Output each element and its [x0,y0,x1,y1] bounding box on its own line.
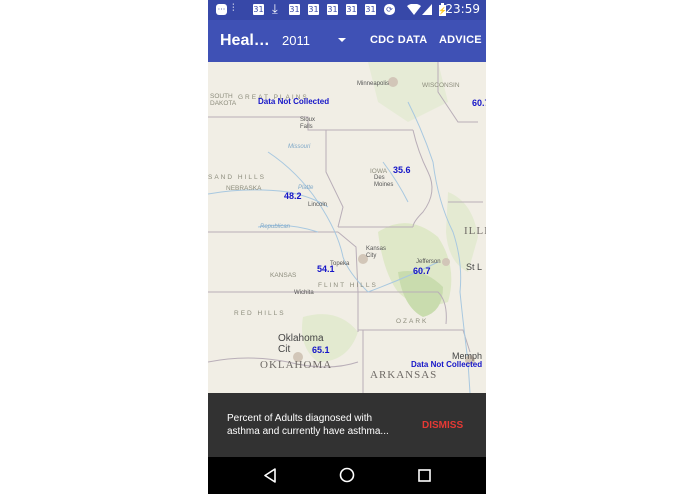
map-label-kansas: KANSAS [270,272,297,279]
map-label-dakota: DAKOTA [210,100,237,107]
map-city-minneapolis: Minneapolis [357,81,390,87]
calendar-icon: 31 [365,4,376,15]
map-city-des-moines: Des Moines [374,175,394,188]
map-background [208,62,486,393]
map-label-ozark: OZARK [396,318,429,325]
map-city-st-louis: St L [466,262,483,272]
cdc-data-button[interactable]: CDC DATA [370,34,427,46]
map-city-lincoln: Lincoln [308,202,328,208]
calendar-icon: 31 [289,4,300,15]
state-value-iowa[interactable]: 35.6 [393,165,411,175]
sync-icon: ⟳ [384,4,395,15]
status-time: 23:59 [445,2,480,16]
map-label-sand-hills: SAND HILLS [208,174,266,181]
year-dropdown[interactable]: 2011 [280,32,346,52]
map-label-wisconsin: WISCONSIN [422,82,460,89]
map-label-south: SOUTH [210,93,233,100]
download-icon: ⤓ [272,1,278,16]
map-river-missouri: Missouri [288,144,311,150]
map-label-flint-hills: FLINT HILLS [318,282,378,289]
map-city-sioux-falls: Sioux Falls [300,117,316,130]
calendar-icon: 31 [327,4,338,15]
map-label-nebraska: NEBRASKA [226,185,262,192]
signal-icon [422,4,432,15]
app-bar: Heal… 2011 CDC DATA ADVICE [208,20,486,62]
state-value-missouri[interactable]: 60.7 [413,266,431,276]
dismiss-button[interactable]: DISMISS [422,420,463,431]
state-value-wisconsin[interactable]: 60.7 [472,98,486,108]
map-label-iowa: IOWA [370,168,388,175]
map-label-oklahoma: OKLAHOMA [260,359,333,371]
app-title: Heal… [220,32,270,49]
map-river-republican: Republican [260,224,291,230]
back-icon[interactable] [263,468,277,483]
state-value-south-dakota[interactable]: Data Not Collected [258,97,329,106]
snackbar-message: Percent of Adults diagnosed with asthma … [227,413,389,437]
message-icon: ··· [216,4,227,15]
map-label-arkansas: ARKANSAS [370,369,438,381]
map-city-wichita: Wichita [294,290,314,296]
recents-icon[interactable] [418,469,431,482]
navigation-bar [208,457,486,494]
state-value-arkansas[interactable]: Data Not Collected [411,360,482,369]
map-view[interactable]: GREAT PLAINS SOUTH DAKOTA WISCONSIN SAND… [208,62,486,393]
snackbar: Percent of Adults diagnosed with asthma … [208,393,486,457]
dropdown-caret-icon [338,38,346,42]
state-value-kansas[interactable]: 54.1 [317,264,335,274]
calendar-icon: 31 [308,4,319,15]
map-label-red-hills: RED HILLS [234,310,286,317]
map-city-jefferson: Jefferson [416,259,441,265]
calendar-icon: 31 [346,4,357,15]
year-dropdown-value: 2011 [282,33,310,48]
status-bar: ··· ⫶ 31 ⤓ 31 31 31 31 31 ⟳ ⚡ 23:59 [208,0,486,20]
voicemail-icon: ⫶ [232,3,235,14]
wifi-icon [407,4,421,15]
map-city-kansas-city: Kansas City [366,246,387,259]
state-value-nebraska[interactable]: 48.2 [284,191,302,201]
phone-screen: ··· ⫶ 31 ⤓ 31 31 31 31 31 ⟳ ⚡ 23:59 Heal… [208,0,486,494]
home-icon[interactable] [339,467,355,483]
advice-button[interactable]: ADVICE [439,34,482,46]
calendar-icon: 31 [253,4,264,15]
state-value-oklahoma[interactable]: 65.1 [312,345,330,355]
map-label-illinois: ILLIN [464,225,486,237]
